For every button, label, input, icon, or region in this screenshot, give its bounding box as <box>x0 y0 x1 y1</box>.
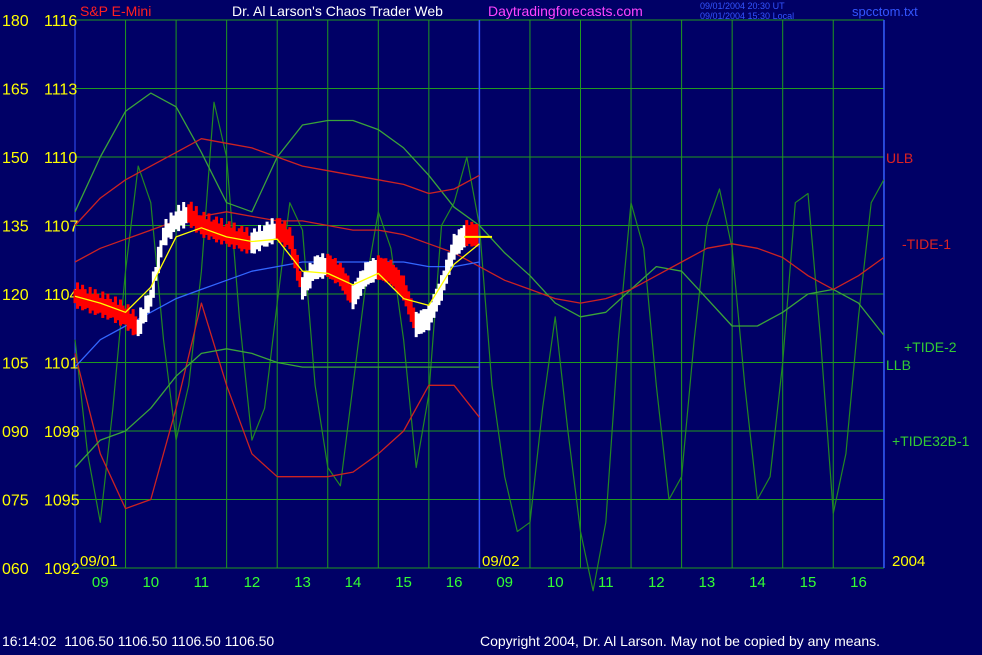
data-filename: spcctom.txt <box>852 4 918 19</box>
x-tick-label: 11 <box>598 574 614 591</box>
x-tick-label: 13 <box>699 574 716 591</box>
left-tick-label: 150 <box>2 150 29 167</box>
timestamp-local: 09/01/2004 15:30 Local <box>700 11 794 21</box>
label-llb: LLB <box>886 357 911 373</box>
label-tide32b-1: +TIDE32B-1 <box>892 433 970 449</box>
x-tick-label: 11 <box>194 574 210 591</box>
quote-readout: 16:14:02 1106.50 1106.50 1106.50 1106.50 <box>2 633 274 649</box>
left-tick-label: 090 <box>2 424 29 441</box>
chart-stage: 180 165 150 135 120 105 090 075 060 1116 1113 1110… <box>0 0 982 650</box>
left-tick-label: 135 <box>2 219 29 236</box>
copyright-notice: Copyright 2004, Dr. Al Larson. May not b… <box>480 633 880 649</box>
date-label-0902: 09/02 <box>482 553 520 570</box>
x-tick-label: 16 <box>446 574 463 591</box>
x-tick-label: 15 <box>395 574 412 591</box>
left-tick-label: 105 <box>2 356 29 373</box>
label-tide-plus-2: +TIDE-2 <box>904 339 957 355</box>
left-tick-label: 060 <box>2 561 29 578</box>
price-tick-label: 1116 <box>44 13 77 30</box>
chaos-trader-chart: 180165150135120105090075060 111611131110… <box>0 0 982 650</box>
chart-title: Dr. Al Larson's Chaos Trader Web <box>232 3 443 19</box>
price-tick-label: 1101 <box>44 356 79 373</box>
x-tick-label: 14 <box>345 574 362 591</box>
x-tick-label: 16 <box>850 574 867 591</box>
site-link[interactable]: Daytradingforecasts.com <box>488 3 643 19</box>
left-tick-label: 075 <box>2 493 29 510</box>
price-tick-label: 1113 <box>44 82 77 99</box>
price-tick-label: 1095 <box>44 493 80 510</box>
left-axis: 180 165 150 135 120 105 090 075 060 <box>2 13 29 578</box>
price-tick-label: 1110 <box>44 150 77 167</box>
left-tick-label: 180 <box>2 13 29 30</box>
x-tick-label: 12 <box>244 574 261 591</box>
instrument-label: S&P E-Mini <box>80 3 151 19</box>
label-tide-minus-1: -TIDE-1 <box>902 236 951 252</box>
x-tick-label: 09 <box>92 574 109 591</box>
left-tick-label: 120 <box>2 287 29 304</box>
year-label: 2004 <box>892 553 925 570</box>
x-tick-label: 12 <box>648 574 665 591</box>
price-tick-label: 1104 <box>44 287 79 304</box>
x-tick-label: 09 <box>496 574 513 591</box>
label-ulb: ULB <box>886 150 913 166</box>
x-tick-label: 13 <box>294 574 311 591</box>
x-tick-label: 10 <box>142 574 159 591</box>
price-tick-label: 1107 <box>44 219 79 236</box>
x-tick-label: 14 <box>749 574 766 591</box>
price-tick-label: 1092 <box>44 561 80 578</box>
x-tick-label: 15 <box>800 574 817 591</box>
timestamp-ut: 09/01/2004 20:30 UT <box>700 1 785 11</box>
price-tick-label: 1098 <box>44 424 80 441</box>
x-tick-label: 10 <box>547 574 564 591</box>
left-tick-label: 165 <box>2 82 29 99</box>
date-label-0901: 09/01 <box>80 553 118 570</box>
